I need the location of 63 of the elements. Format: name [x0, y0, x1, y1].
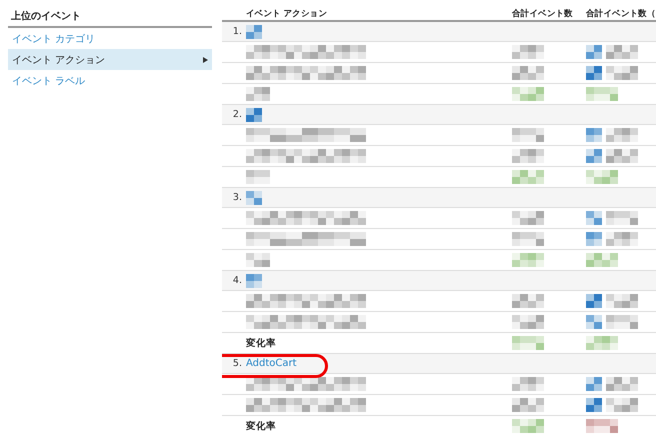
pixelated-number-drawing: [512, 149, 544, 163]
pixelated-number-drawing: [586, 149, 602, 163]
pixelated-number-drawing: [512, 336, 544, 350]
pixelated-number-drawing: [606, 377, 638, 391]
pixelated-number-drawing: [586, 128, 602, 142]
pixelated-number-drawing: [606, 211, 638, 225]
pixelated-number-drawing: [512, 87, 544, 101]
column-header: 合計イベント数（: [586, 8, 656, 20]
pixelated-number-drawing: [512, 66, 544, 80]
column-header: 合計イベント数: [512, 8, 574, 20]
rate-label: 変化率: [246, 420, 277, 432]
pixelated-number-drawing: [586, 211, 602, 225]
pixelated-number-drawing: [512, 253, 544, 267]
rank-number: 1.: [232, 26, 243, 37]
sidebar-heading: 上位のイベント: [8, 8, 212, 28]
pixelated-number-drawing: [586, 398, 602, 412]
pixelated-number-drawing: [606, 232, 638, 246]
pixelated-number-drawing: [606, 66, 638, 80]
pixelated-number-drawing: [586, 45, 602, 59]
pixelated-number-drawing: [586, 232, 602, 246]
pixelated-number-drawing: [512, 211, 544, 225]
rate-label: 変化率: [246, 336, 277, 350]
pixelated-number-drawing: [512, 170, 544, 184]
pixelated-number-drawing: [586, 66, 602, 80]
pixelated-text-drawing: [246, 274, 262, 288]
event-action-link[interactable]: AddtoCart: [246, 358, 297, 369]
pixelated-number-drawing: [606, 149, 638, 163]
sidebar-item[interactable]: イベント ラベル: [8, 70, 212, 91]
pixelated-number-drawing: [512, 232, 544, 246]
pixelated-number-drawing: [512, 45, 544, 59]
pixelated-number-drawing: [586, 294, 602, 308]
pixelated-text-drawing: [246, 87, 270, 101]
column-header: イベント アクション: [246, 8, 328, 20]
pixelated-number-drawing: [606, 45, 638, 59]
pixelated-number-drawing: [512, 377, 544, 391]
pixelated-number-drawing: [606, 294, 638, 308]
pixelated-number-drawing: [606, 128, 638, 142]
pixelated-text-drawing: [246, 170, 270, 184]
pixelated-number-drawing: [586, 170, 618, 184]
pixelated-number-drawing: [586, 253, 618, 267]
pixelated-text-drawing: [246, 253, 270, 267]
sidebar-item[interactable]: イベント カテゴリ: [8, 28, 212, 49]
pixelated-text-drawing: [246, 24, 262, 38]
pixelated-number-drawing: [512, 315, 544, 329]
caret-icon: [203, 56, 208, 62]
pixelated-number-drawing: [586, 377, 602, 391]
pixelated-number-drawing: [586, 87, 618, 101]
pixelated-number-drawing: [512, 419, 544, 433]
rank-number: 5.: [232, 358, 243, 369]
pixelated-text-drawing: [246, 108, 262, 122]
sidebar-item[interactable]: イベント アクション: [8, 49, 212, 70]
pixelated-number-drawing: [586, 419, 618, 433]
pixelated-number-drawing: [586, 336, 618, 350]
pixelated-number-drawing: [606, 315, 638, 329]
pixelated-number-drawing: [512, 128, 544, 142]
pixelated-text-drawing: [246, 190, 262, 204]
pixelated-number-drawing: [606, 398, 638, 412]
pixelated-number-drawing: [512, 398, 544, 412]
pixelated-number-drawing: [512, 294, 544, 308]
rank-number: 3.: [232, 192, 243, 203]
rank-number: 4.: [232, 275, 243, 286]
pixelated-number-drawing: [586, 315, 602, 329]
rank-number: 2.: [232, 109, 243, 120]
